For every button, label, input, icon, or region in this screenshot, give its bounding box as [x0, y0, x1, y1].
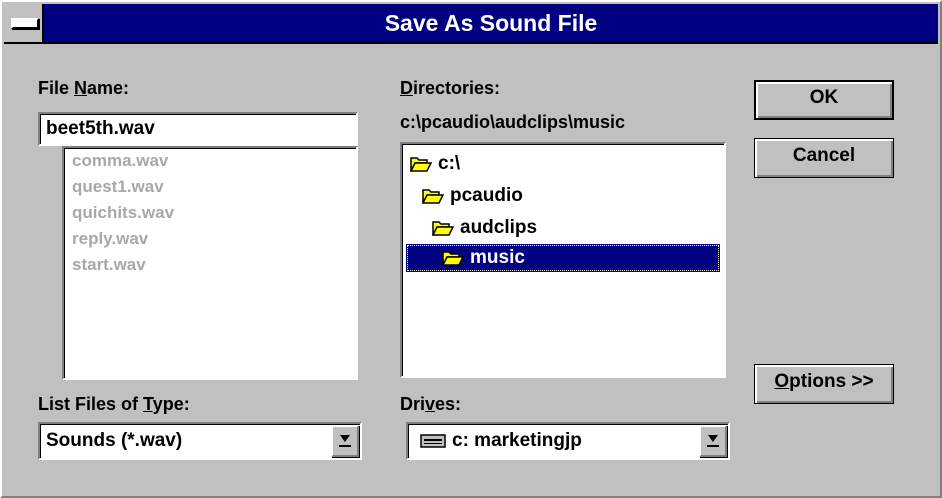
drives-value: c: marketingjp — [452, 430, 582, 451]
save-as-dialog: Save As Sound File File Name: comma.wav … — [0, 0, 942, 498]
cancel-button[interactable]: Cancel — [754, 138, 894, 178]
list-item[interactable]: comma.wav — [64, 148, 356, 174]
directory-item-root[interactable]: c:\ — [410, 150, 460, 178]
folder-open-icon — [422, 189, 444, 204]
file-name-input[interactable] — [38, 112, 358, 146]
file-list[interactable]: comma.wav quest1.wav quichits.wav reply.… — [62, 146, 358, 380]
directory-list[interactable]: c:\ pcaudio audclips music — [400, 142, 726, 378]
list-item[interactable]: start.wav — [64, 252, 356, 278]
folder-open-icon — [442, 251, 464, 266]
list-item[interactable]: quest1.wav — [64, 174, 356, 200]
drives-select[interactable]: c: marketingjp — [406, 422, 730, 460]
directory-item-pcaudio[interactable]: pcaudio — [422, 182, 523, 210]
drive-icon — [420, 434, 446, 448]
drives-value-wrap: c: marketingjp — [420, 424, 582, 458]
ok-button[interactable]: OK — [754, 80, 894, 120]
list-item[interactable]: reply.wav — [64, 226, 356, 252]
list-item[interactable]: quichits.wav — [64, 200, 356, 226]
dropdown-arrow-icon — [339, 435, 351, 447]
file-name-label: File Name: — [38, 78, 130, 98]
directory-label: audclips — [460, 217, 538, 238]
system-menu-button[interactable] — [4, 4, 44, 42]
directory-item-music[interactable]: music — [406, 244, 720, 272]
file-type-dropdown-button[interactable] — [331, 425, 359, 457]
cancel-button-label: Cancel — [792, 145, 856, 166]
folder-open-icon — [432, 221, 454, 236]
options-button[interactable]: Options >> — [754, 364, 894, 404]
drives-label: Drives: — [400, 394, 462, 414]
directory-label: c:\ — [438, 153, 461, 174]
file-type-value: Sounds (*.wav) — [46, 430, 183, 451]
directory-label: music — [470, 247, 525, 268]
directory-label: pcaudio — [450, 185, 523, 206]
title-bar[interactable]: Save As Sound File — [4, 4, 938, 44]
window-title: Save As Sound File — [384, 10, 598, 36]
directory-item-audclips[interactable]: audclips — [432, 214, 537, 242]
drives-dropdown-button[interactable] — [699, 425, 727, 457]
directories-label: Directories: — [400, 78, 501, 98]
dropdown-arrow-icon — [707, 435, 719, 447]
current-path: c:\pcaudio\audclips\music — [400, 112, 626, 132]
system-menu-icon — [11, 18, 39, 29]
folder-open-icon — [410, 157, 432, 172]
file-type-label: List Files of Type: — [38, 394, 190, 414]
file-type-select[interactable]: Sounds (*.wav) — [38, 422, 362, 460]
